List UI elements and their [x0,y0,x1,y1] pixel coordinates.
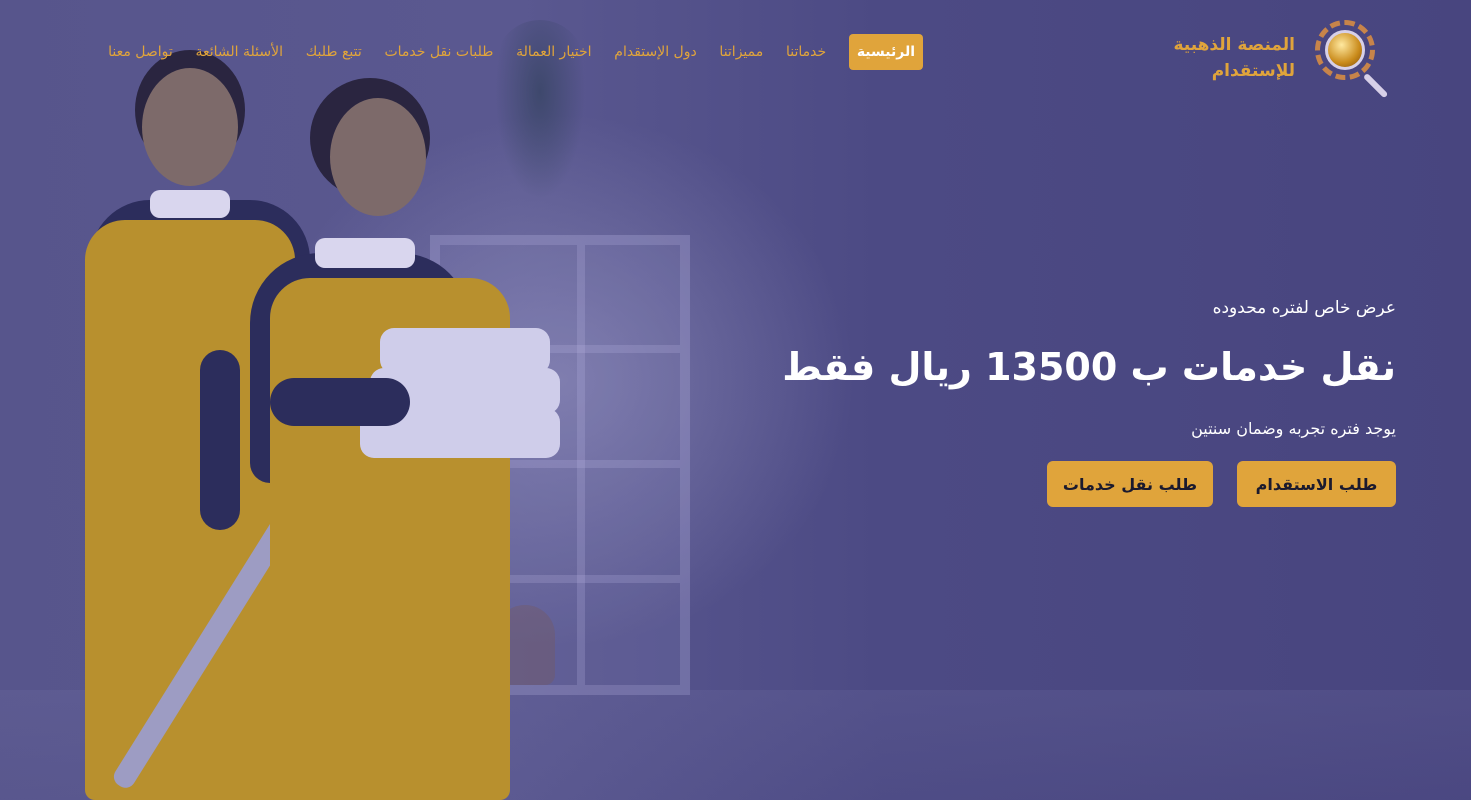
nav-item-features[interactable]: مميزاتنا [719,44,763,60]
main-navigation: الرئيسية خدماتنا مميزاتنا دول الإستقدام … [108,32,923,72]
nav-item-home[interactable]: الرئيسية [848,34,923,70]
hero-content: عرض خاص لفتره محدوده نقل خدمات ب 13500 ر… [776,295,1396,507]
hero-subtext: يوجد فتره تجربه وضمان سنتين [1191,419,1396,438]
brand-name-line1: المنصة الذهبية [1173,35,1295,55]
brand-name-line2: للإستقدام [1211,61,1295,81]
globe-magnifier-icon [1309,16,1393,100]
nav-item-contact[interactable]: تواصل معنا [108,44,173,60]
nav-item-track-order[interactable]: تتبع طلبك [306,44,362,60]
housekeeper-figure-front [250,78,560,800]
nav-item-recruitment-countries[interactable]: دول الإستقدام [614,44,696,60]
site-header: المنصة الذهبية للإستقدام الرئيسية خدماتن… [0,0,1471,100]
hero-tagline: عرض خاص لفتره محدوده [1212,298,1396,318]
brand-name: المنصة الذهبية للإستقدام [1173,32,1295,84]
hero-headline: نقل خدمات ب 13500 ريال فقط [782,345,1396,389]
nav-item-transfer-requests[interactable]: طلبات نقل خدمات [384,44,493,60]
nav-item-faq[interactable]: الأسئلة الشائعة [196,44,284,60]
request-transfer-button[interactable]: طلب نقل خدمات [1047,461,1213,507]
request-recruitment-button[interactable]: طلب الاستقدام [1237,461,1396,507]
nav-item-services[interactable]: خدماتنا [786,44,826,60]
brand-logo[interactable]: المنصة الذهبية للإستقدام [1093,16,1393,100]
nav-item-choose-workers[interactable]: اختيار العمالة [516,44,592,60]
hero-cta-group: طلب الاستقدام طلب نقل خدمات [1047,461,1396,507]
